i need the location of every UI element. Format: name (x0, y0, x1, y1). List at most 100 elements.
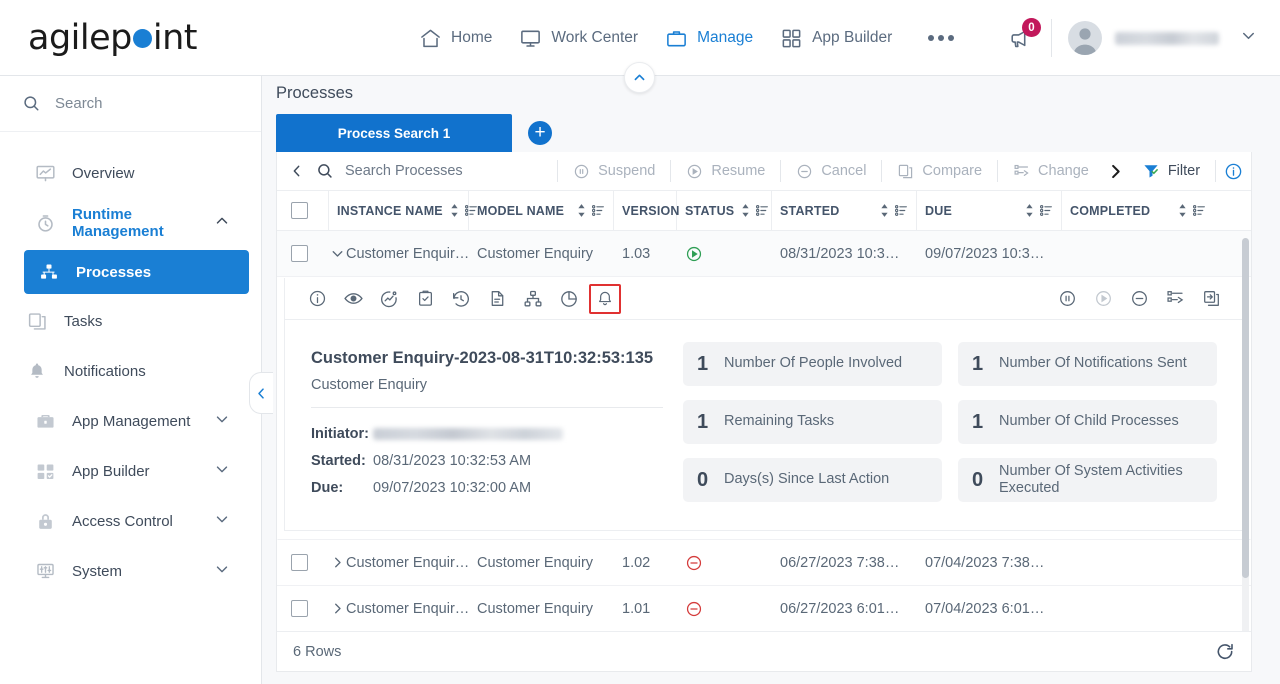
notification-bell-icon[interactable] (589, 283, 621, 314)
process-search-input[interactable] (345, 163, 545, 179)
bell-icon (26, 360, 48, 382)
nav-item-manage[interactable]: Manage (664, 26, 753, 50)
change-version-icon[interactable] (1157, 284, 1193, 314)
chevron-up-icon (634, 74, 645, 81)
column-header-due[interactable]: DUE (917, 190, 1062, 231)
column-header-completed[interactable]: COMPLETED (1062, 191, 1214, 231)
eye-icon[interactable] (335, 284, 371, 314)
resume-button[interactable]: Resume (673, 152, 778, 190)
history-icon[interactable] (443, 284, 479, 314)
chevron-down-icon[interactable] (213, 510, 231, 532)
pause-circle-icon[interactable] (1049, 284, 1085, 314)
cell-due: 07/04/2023 6:01… (925, 600, 1045, 617)
minus-circle-icon[interactable] (1121, 284, 1157, 314)
sidebar-item-access-control[interactable]: Access Control (12, 498, 249, 544)
filter-button[interactable]: Filter (1129, 152, 1213, 190)
announcements-button[interactable]: 0 (1003, 18, 1041, 54)
user-menu-chevron-down-icon[interactable] (1239, 26, 1258, 50)
pie-chart-icon[interactable] (551, 284, 587, 314)
suspend-label: Suspend (598, 163, 656, 179)
refresh-button[interactable] (1215, 642, 1235, 662)
toolbar-info-button[interactable] (1224, 162, 1243, 181)
cancel-button[interactable]: Cancel (783, 152, 879, 190)
sort-icon (578, 204, 585, 217)
activity-chart-icon[interactable] (371, 284, 407, 314)
nav-more-menu-icon[interactable] (928, 35, 955, 41)
compare-button[interactable]: Compare (884, 152, 995, 190)
panel-collapse-toggle[interactable] (624, 62, 655, 93)
document-icon[interactable] (479, 284, 515, 314)
change-version-label: Change (1038, 163, 1089, 179)
cell-model-name: Customer Enquiry (477, 554, 594, 571)
sidebar-item-app-builder[interactable]: App Builder (12, 448, 249, 494)
avatar[interactable] (1068, 21, 1102, 55)
column-header-started[interactable]: STARTED (772, 190, 917, 231)
toolbar-back-button[interactable] (283, 163, 310, 179)
search-icon (24, 96, 39, 111)
info-icon[interactable] (299, 284, 335, 314)
sidebar-search[interactable] (0, 76, 261, 132)
chevron-down-icon[interactable] (213, 460, 231, 482)
stat-value: 1 (972, 410, 984, 433)
add-tab-button[interactable]: + (528, 121, 552, 145)
hierarchy-icon[interactable] (515, 284, 551, 314)
table-header: INSTANCE NAME MODEL NAME VERSION STATUS … (277, 190, 1251, 231)
column-header-version[interactable]: VERSION (614, 190, 679, 231)
cell-due: 07/04/2023 7:38… (925, 554, 1045, 571)
row-expand-toggle[interactable] (329, 554, 346, 571)
row-checkbox[interactable] (291, 600, 308, 617)
clipboard-check-icon[interactable] (407, 284, 443, 314)
cell-version: 1.02 (622, 554, 651, 571)
lock-icon (34, 510, 56, 532)
detail-field-initiator: Initiator: (311, 420, 663, 447)
column-header-model-name[interactable]: MODEL NAME (469, 190, 614, 231)
chevron-down-icon[interactable] (213, 410, 231, 432)
sidebar-label-notifications: Notifications (64, 362, 146, 380)
process-search-box[interactable] (316, 162, 555, 180)
page-title: Processes (276, 84, 354, 102)
monitor-icon (518, 26, 542, 50)
instance-name-text: Customer Enquir… (346, 600, 469, 617)
toolbar-more-chevron-right-icon[interactable] (1102, 162, 1129, 181)
column-label-instance-name: INSTANCE NAME (337, 203, 443, 218)
table-row[interactable]: Customer Enquir… Customer Enquiry 1.02 0… (277, 540, 1251, 586)
sidebar-item-processes[interactable]: Processes (24, 250, 249, 294)
sidebar-item-notifications[interactable]: Notifications (12, 348, 249, 394)
sidebar-collapse-toggle[interactable] (249, 372, 273, 414)
suspend-button[interactable]: Suspend (560, 152, 668, 190)
row-expand-toggle[interactable] (329, 245, 346, 262)
row-expand-toggle[interactable] (329, 600, 346, 617)
toolbar-divider (881, 160, 883, 182)
column-header-status[interactable]: STATUS (677, 190, 772, 231)
chevron-up-icon[interactable] (213, 212, 231, 234)
select-all-checkbox[interactable] (291, 202, 308, 219)
sidebar-item-system[interactable]: System (12, 548, 249, 594)
compare-label: Compare (922, 163, 983, 179)
cancel-label: Cancel (821, 163, 867, 179)
sidebar-item-runtime-management[interactable]: Runtime Management (12, 200, 249, 246)
row-checkbox[interactable] (291, 554, 308, 571)
table-footer: 6 Rows (277, 631, 1251, 671)
migrate-copy-icon[interactable] (1193, 284, 1229, 314)
detail-field-started: Started: 08/31/2023 10:32:53 AM (311, 447, 663, 474)
table-row[interactable]: Customer Enquir… Customer Enquiry 1.01 0… (277, 586, 1251, 632)
nav-item-home[interactable]: Home (418, 26, 492, 50)
sidebar-item-overview[interactable]: Overview (12, 150, 249, 196)
sidebar-item-app-management[interactable]: App Management (12, 398, 249, 444)
table-scrollbar-thumb[interactable] (1242, 238, 1249, 578)
column-label-due: DUE (925, 203, 952, 218)
chevron-down-icon[interactable] (213, 560, 231, 582)
detail-subtitle: Customer Enquiry (311, 377, 663, 409)
sidebar-search-input[interactable] (55, 95, 225, 112)
row-checkbox[interactable] (291, 245, 308, 262)
table-row[interactable]: Customer Enquir… Customer Enquiry 1.03 0… (277, 231, 1251, 277)
nav-item-work-center[interactable]: Work Center (518, 26, 638, 50)
change-version-button[interactable]: Change (1000, 152, 1102, 190)
agilepoint-logo[interactable]: agilep int (28, 16, 198, 60)
tab-process-search-1[interactable]: Process Search 1 (276, 114, 512, 152)
column-header-instance-name[interactable]: INSTANCE NAME (329, 190, 477, 231)
play-circle-icon[interactable] (1085, 284, 1121, 314)
sidebar-item-tasks[interactable]: Tasks (12, 298, 249, 344)
detail-value-initiator (373, 427, 563, 440)
nav-item-app-builder[interactable]: App Builder (779, 26, 892, 50)
